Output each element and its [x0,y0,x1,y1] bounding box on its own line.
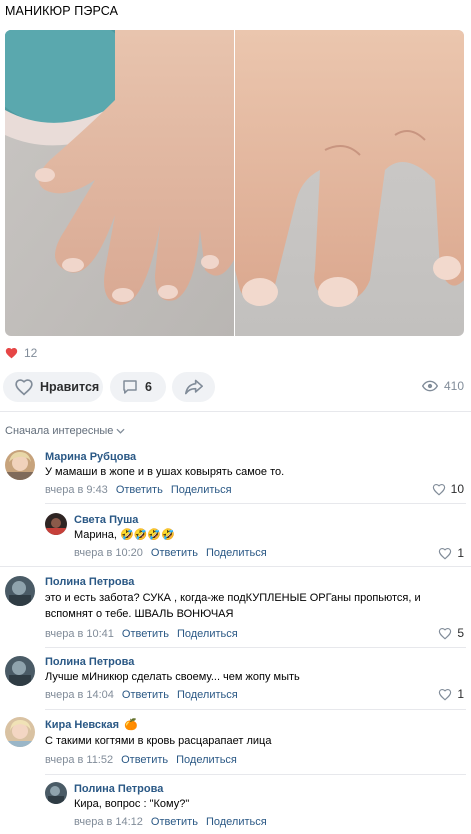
chevron-down-icon [116,428,125,434]
share-link[interactable]: Поделиться [177,628,238,640]
comment-meta: вчера в 9:43 Ответить Поделиться [45,484,232,496]
comment-text: Кира, вопрос : "Кому?" [74,798,190,810]
post-photos [5,30,464,336]
comment-text: это и есть забота? СУКА , когда-же подКУ… [45,590,421,622]
comment-time[interactable]: вчера в 9:43 [45,484,108,496]
divider [45,647,466,648]
comment-author[interactable]: Полина Петрова [45,576,134,588]
like-button-label: Нравится [40,380,100,394]
views-count: 410 [443,379,464,393]
comment-meta: вчера в 14:04 Ответить Поделиться [45,689,238,701]
share-link[interactable]: Поделиться [176,754,237,766]
comment-likes-count: 1 [457,546,464,560]
comment-time[interactable]: вчера в 14:04 [45,689,114,701]
heart-filled-icon [5,348,18,359]
reply-button[interactable]: Ответить [121,754,168,766]
divider [0,411,471,412]
reply-button[interactable]: Ответить [122,628,169,640]
comment-like-button[interactable]: 1 [438,546,464,560]
avatar[interactable] [5,717,35,747]
comments-count: 6 [145,380,152,394]
comment-meta: вчера в 10:20 Ответить Поделиться [74,547,267,559]
eye-icon [421,380,438,392]
heart-outline-icon [439,688,452,701]
comment-author[interactable]: Света Пуша [74,514,138,526]
views-counter: 410 [421,379,464,393]
likes-count: 12 [24,346,38,360]
comment-like-button[interactable]: 1 [438,687,464,701]
heart-outline-icon [15,379,33,396]
comments-sort-label: Сначала интересные [5,425,114,437]
heart-outline-icon [439,547,452,560]
comment-time[interactable]: вчера в 11:52 [45,754,113,766]
divider [0,566,471,567]
comment-icon [123,380,137,394]
comment-item: Полина Петрова это и есть забота? СУКА ,… [0,572,471,646]
divider [45,774,466,775]
reply-button[interactable]: Ответить [151,816,198,828]
avatar[interactable] [45,782,67,804]
comment-time[interactable]: вчера в 10:20 [74,547,143,559]
comment-time[interactable]: вчера в 10:41 [45,628,114,640]
avatar[interactable] [45,513,67,535]
share-icon [184,379,203,395]
reply-button[interactable]: Ответить [122,689,169,701]
share-link[interactable]: Поделиться [171,484,232,496]
avatar[interactable] [5,450,35,480]
reply-button[interactable]: Ответить [151,547,198,559]
comment-item: Марина Рубцова У мамаши в жопе и в ушах … [0,448,471,504]
comments-sort-selector[interactable]: Сначала интересные [5,425,125,437]
comment-meta: вчера в 11:52 Ответить Поделиться [45,754,237,766]
comment-item: Полина Петрова Лучше мИникюр сделать сво… [0,653,471,709]
comment-author-name: Кира Невская [45,718,120,731]
photo-hand-right[interactable] [235,30,464,336]
post-likes-summary[interactable]: 12 [5,346,37,360]
share-link[interactable]: Поделиться [206,547,267,559]
comment-button[interactable]: 6 [110,372,166,402]
comment-likes-count: 1 [457,687,464,701]
comment-text-line: это и есть забота? СУКА , когда-же подКУ… [45,592,421,604]
share-link[interactable]: Поделиться [206,816,267,828]
comment-meta: вчера в 10:41 Ответить Поделиться [45,628,238,640]
comment-item: Кира Невская 🍊 С такими когтями в кровь … [0,715,471,773]
comment-text: Марина, 🤣🤣🤣🤣 [74,529,175,541]
comment-likes-count: 5 [457,626,464,640]
comment-meta: вчера в 14:12 Ответить Поделиться [74,816,267,828]
post-actions: Нравится 6 410 [3,372,471,402]
avatar[interactable] [5,656,35,686]
orange-badge-icon: 🍊 [124,719,138,731]
divider [45,709,466,710]
comment-text: У мамаши в жопе и в ушах ковырять самое … [45,466,285,478]
comment-author[interactable]: Марина Рубцова [45,451,136,463]
comment-text: Лучше мИникюр сделать своему... чем жопу… [45,671,300,683]
heart-outline-icon [439,627,452,640]
comment-like-button[interactable]: 5 [438,626,464,640]
like-button[interactable]: Нравится [3,372,103,402]
divider [45,503,466,504]
comment-reply-item: Света Пуша Марина, 🤣🤣🤣🤣 вчера в 10:20 От… [0,510,471,566]
comment-likes-count: 10 [450,482,464,496]
avatar[interactable] [5,576,35,606]
comment-author[interactable]: Кира Невская 🍊 [45,718,138,732]
share-button[interactable] [172,372,215,402]
comment-text-line: вспомнят о тебе. ШВАЛЬ ВОНЮЧАЯ [45,608,234,620]
comment-author[interactable]: Полина Петрова [74,783,163,795]
post-title: МАНИКЮР ПЭРСА [5,4,119,18]
photo-hand-left[interactable] [5,30,234,336]
reply-button[interactable]: Ответить [116,484,163,496]
comment-author[interactable]: Полина Петрова [45,656,134,668]
comment-time[interactable]: вчера в 14:12 [74,816,143,828]
comment-like-button[interactable]: 10 [432,482,464,496]
comment-reply-item: Полина Петрова Кира, вопрос : "Кому?" вч… [0,779,471,834]
heart-outline-icon [432,483,445,496]
share-link[interactable]: Поделиться [177,689,238,701]
comment-text: С такими когтями в кровь расцарапает лиц… [45,735,272,747]
